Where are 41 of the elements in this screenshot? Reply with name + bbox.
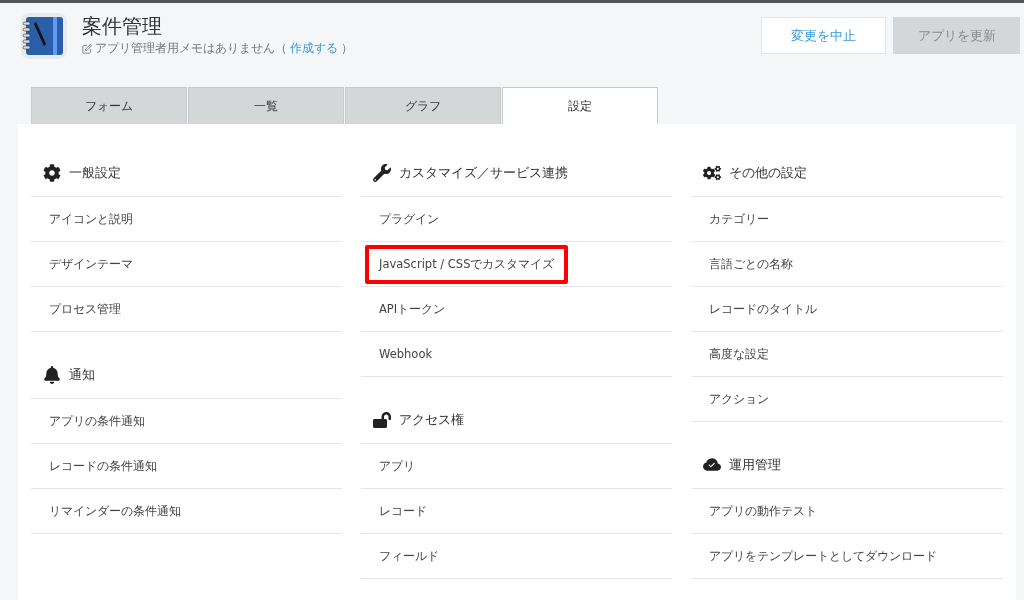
gears-icon — [703, 164, 721, 182]
settings-link[interactable]: アイコンと説明 — [49, 211, 133, 227]
settings-link[interactable]: アクション — [709, 391, 769, 407]
settings-link[interactable]: プロセス管理 — [49, 301, 121, 317]
settings-link[interactable]: プラグイン — [379, 211, 439, 227]
wrench-icon — [373, 164, 391, 182]
section-title: 一般設定 — [69, 164, 121, 182]
settings-link[interactable]: カテゴリー — [709, 211, 769, 227]
section-title: カスタマイズ／サービス連携 — [399, 164, 568, 182]
settings-link[interactable]: アプリの動作テスト — [709, 503, 817, 519]
tab[interactable]: グラフ — [345, 87, 501, 124]
notebook-app-icon — [20, 12, 68, 60]
settings-link[interactable]: フィールド — [379, 548, 439, 564]
section-title: その他の設定 — [729, 164, 807, 182]
settings-link[interactable]: APIトークン — [379, 301, 446, 317]
memo-edit-icon — [82, 43, 92, 54]
cloud-check-icon — [703, 456, 721, 474]
memo-text: アプリ管理者用メモはありません（ — [95, 41, 287, 56]
section-title: 通知 — [69, 366, 95, 384]
settings-link[interactable]: Webhook — [379, 347, 433, 361]
bell-icon — [43, 366, 61, 384]
app-title: 案件管理 — [82, 13, 163, 40]
settings-link[interactable]: アプリ — [379, 458, 415, 474]
settings-link[interactable]: 言語ごとの名称 — [709, 256, 793, 272]
settings-link[interactable]: レコードの条件通知 — [49, 458, 157, 474]
tab[interactable]: 一覧 — [188, 87, 344, 124]
settings-link[interactable]: レコードのタイトル — [709, 301, 817, 317]
gear-icon — [43, 164, 61, 182]
padlock-icon — [373, 411, 391, 429]
memo-text-end: ） — [341, 41, 353, 56]
settings-link[interactable]: 高度な設定 — [709, 346, 769, 362]
section-title: アクセス権 — [399, 411, 464, 429]
tab[interactable]: 設定 — [502, 87, 658, 124]
settings-link[interactable]: レコード — [379, 503, 427, 519]
settings-link[interactable]: アプリの条件通知 — [49, 413, 145, 429]
settings-link[interactable]: アプリをテンプレートとしてダウンロード — [709, 548, 937, 564]
section-title: 運用管理 — [729, 456, 781, 474]
settings-link[interactable]: JavaScript / CSSでカスタマイズ — [365, 244, 569, 284]
settings-link[interactable]: リマインダーの条件通知 — [49, 503, 181, 519]
tab[interactable]: フォーム — [31, 87, 187, 124]
settings-link[interactable]: デザインテーマ — [49, 256, 133, 272]
